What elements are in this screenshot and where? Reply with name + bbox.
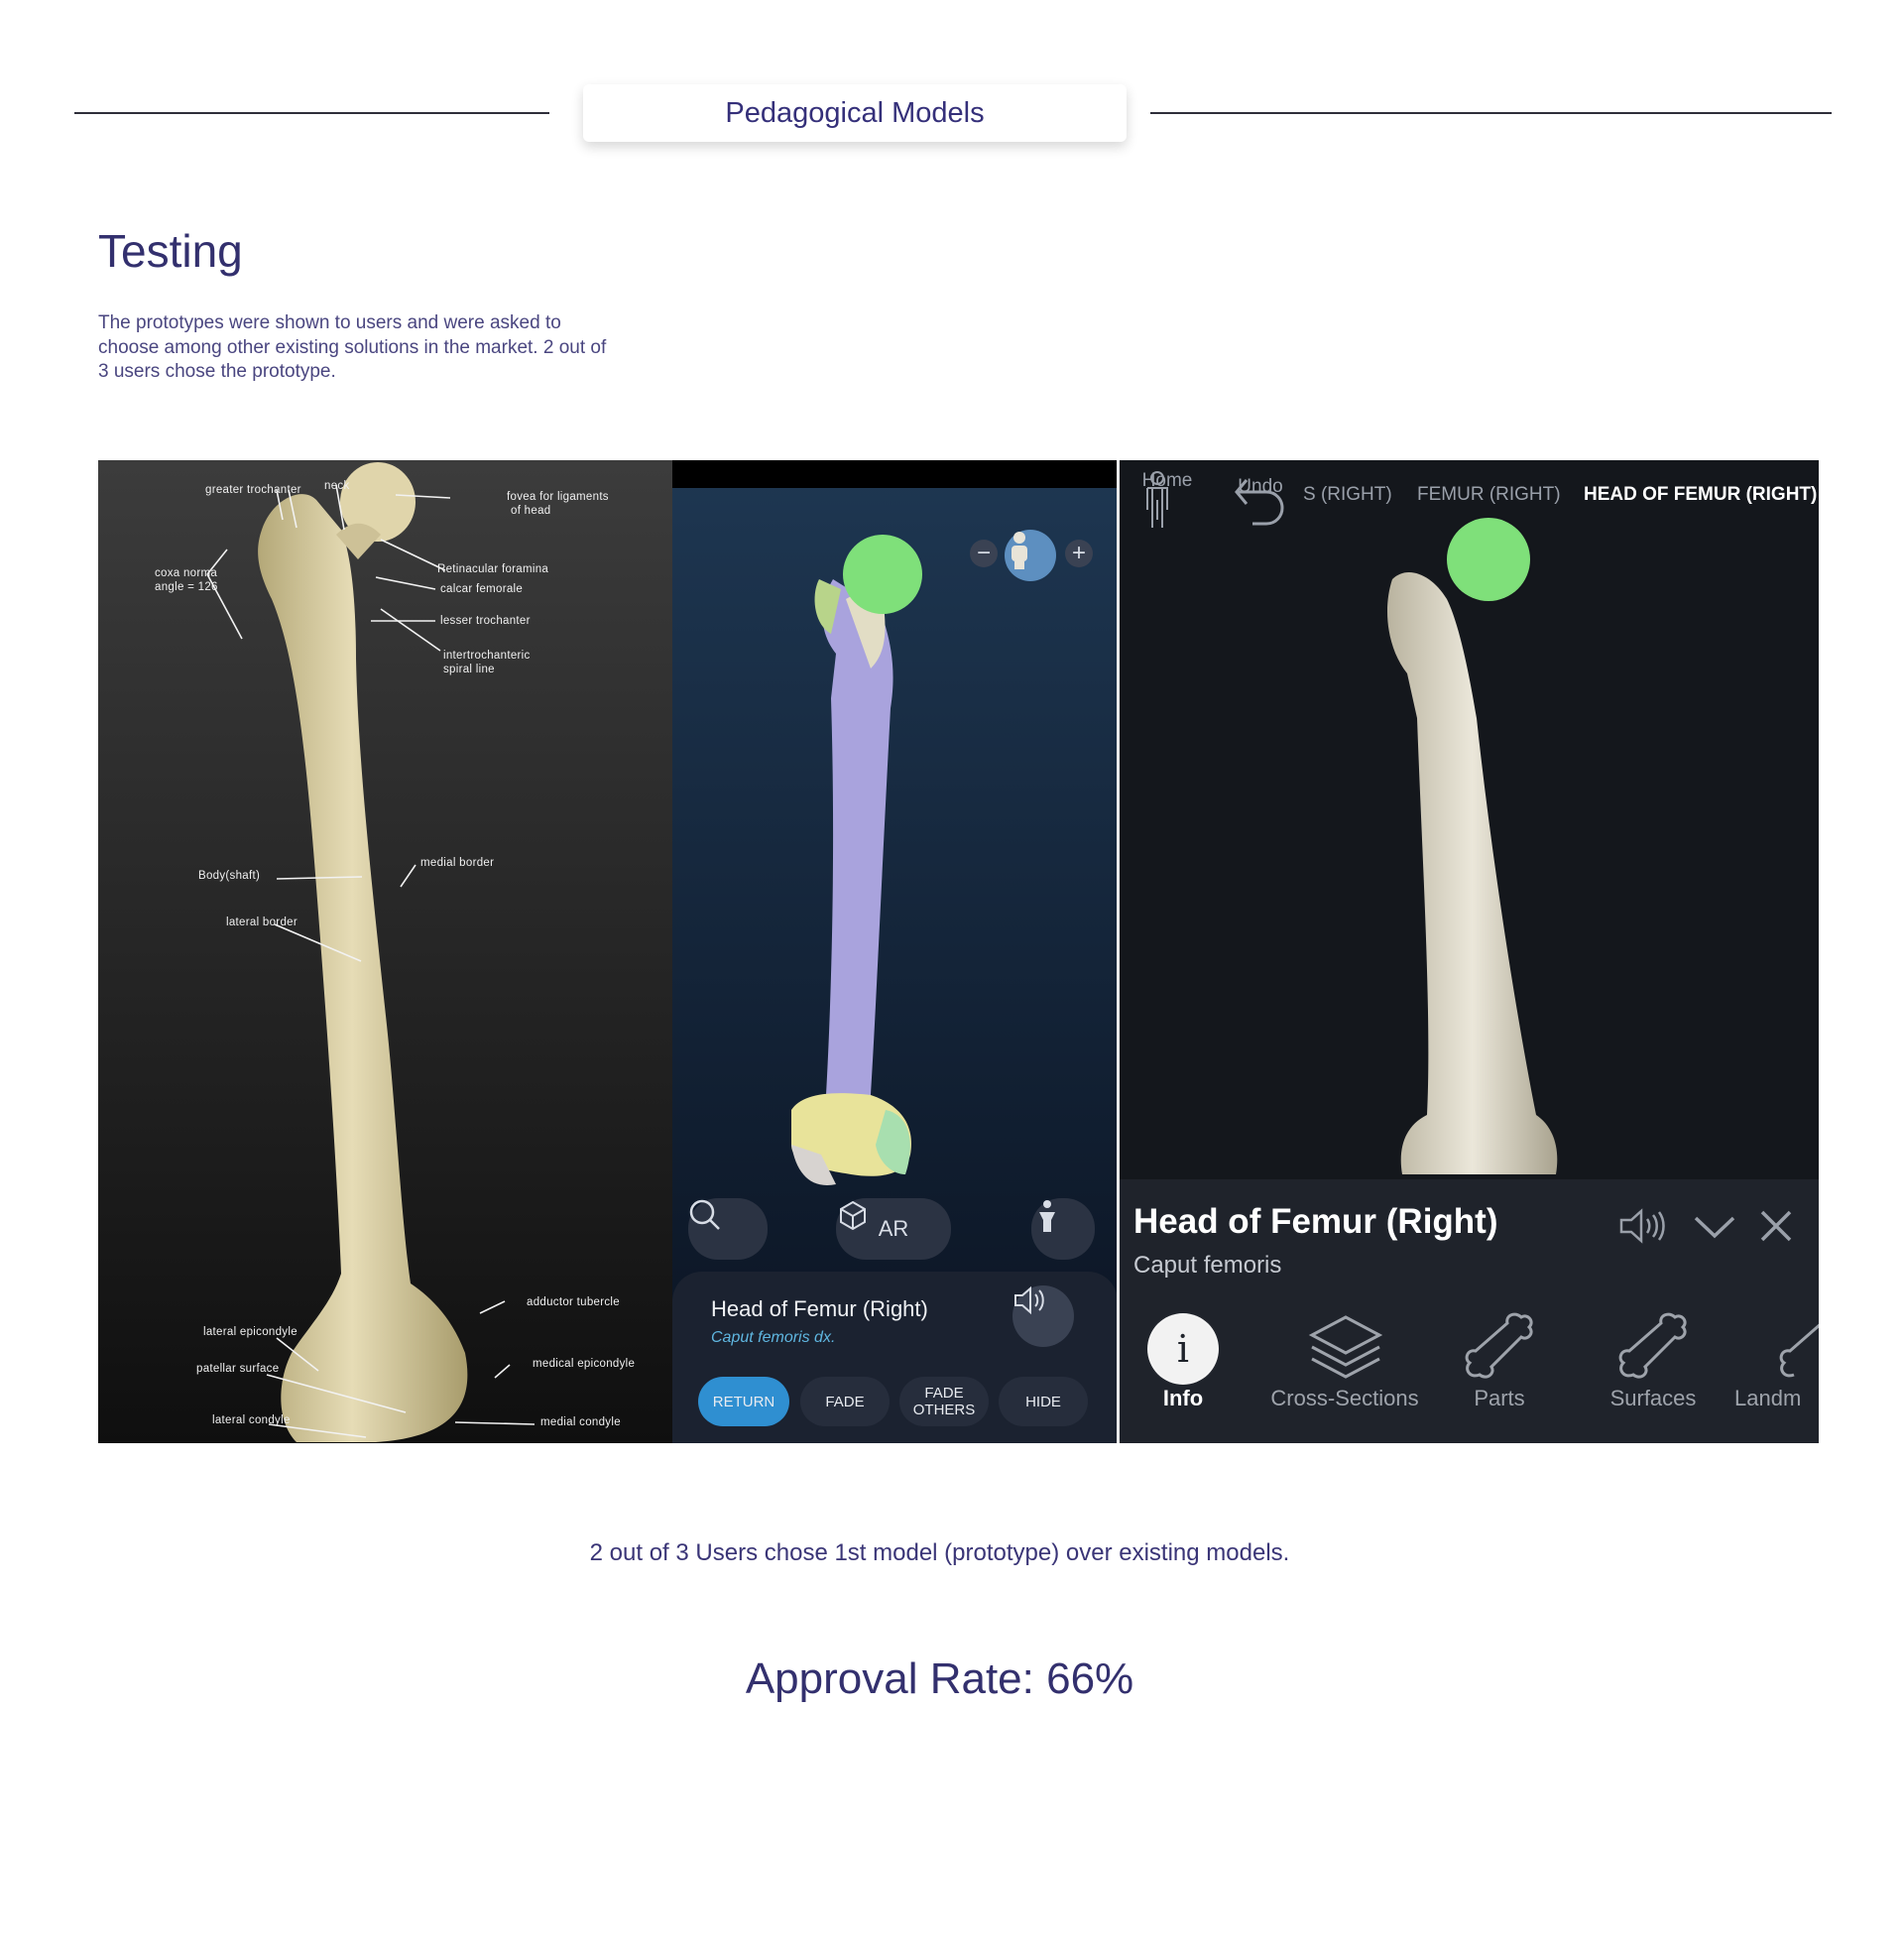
zoom-out-button[interactable]: − (970, 540, 998, 567)
speaker-icon (1014, 1285, 1044, 1315)
breadcrumb-2[interactable]: FEMUR (RIGHT) (1417, 484, 1561, 506)
label-fovea-line2: of head (511, 505, 551, 517)
label-intertrochanteric: intertrochanteric (443, 650, 531, 662)
zoom-in-button[interactable]: + (1065, 540, 1093, 567)
person-icon (1039, 1200, 1055, 1232)
label-lateral-epicondyle: lateral epicondyle (203, 1326, 298, 1338)
ar-label: AR (878, 1216, 909, 1241)
ar-button[interactable]: AR (836, 1198, 951, 1260)
speaker-icon[interactable] (1617, 1206, 1669, 1246)
prototype-panel: greater trochanter neck fovea for ligame… (98, 460, 672, 1443)
label-medial-epicondyle: medical epicondyle (533, 1358, 636, 1370)
undo-button[interactable]: Undo (1231, 472, 1290, 526)
bone-landmark-icon (1779, 1323, 1819, 1378)
fade-others-label-2: OTHERS (912, 1402, 976, 1418)
existing-app-panel-2: Home Undo S (RIGHT) FEMUR (RIGHT) HEAD O… (1120, 460, 1819, 1443)
return-button[interactable]: RETURN (698, 1377, 789, 1426)
breadcrumb-current: HEAD OF FEMUR (RIGHT) (1584, 484, 1818, 505)
tab-info[interactable]: i (1145, 1313, 1221, 1385)
approval-rate: Approval Rate: 66% (745, 1654, 1134, 1703)
fade-others-button[interactable]: FADE OTHERS (899, 1377, 989, 1426)
label-neck: neck (324, 480, 350, 492)
accessibility-button[interactable] (1031, 1198, 1095, 1260)
divider-left (74, 112, 549, 114)
label-coxa: coxa norma (155, 567, 218, 579)
label-calcar: calcar femorale (440, 583, 524, 595)
fade-button[interactable]: FADE (800, 1377, 890, 1426)
label-retinacular: Retinacular foramina (437, 563, 549, 575)
bone-surface-icon (1618, 1312, 1687, 1379)
tab-parts[interactable]: Parts (1425, 1386, 1574, 1411)
label-adductor-tubercle: adductor tubercle (527, 1296, 620, 1308)
structure-title-large: Head of Femur (Right) (1133, 1202, 1498, 1241)
audio-button[interactable] (1012, 1285, 1074, 1347)
info-icon: i (1147, 1313, 1219, 1385)
label-lateral-border: lateral border (226, 916, 298, 928)
layers-icon (1308, 1315, 1383, 1379)
search-button[interactable] (688, 1198, 768, 1260)
body-home-icon (1146, 471, 1168, 528)
section-label: Pedagogical Models (583, 84, 1127, 142)
label-greater-trochanter: greater trochanter (205, 484, 301, 496)
bone-icon (1465, 1312, 1533, 1379)
result-caption: 2 out of 3 Users chose 1st model (protot… (589, 1539, 1290, 1566)
undo-icon (1235, 479, 1284, 526)
chevron-down-icon[interactable] (1692, 1206, 1737, 1246)
tab-cross-sections[interactable]: Cross-Sections (1270, 1386, 1419, 1411)
hide-button[interactable]: HIDE (999, 1377, 1088, 1426)
label-medial-border: medial border (420, 857, 495, 869)
comparison-image: greater trochanter neck fovea for ligame… (98, 460, 1819, 1443)
label-lesser-trochanter: lesser trochanter (440, 615, 531, 627)
app2-femur-model (1387, 518, 1558, 1174)
label-body-shaft: Body(shaft) (198, 870, 261, 882)
section-description: The prototypes were shown to users and w… (98, 312, 607, 382)
close-icon[interactable] (1756, 1206, 1796, 1246)
skeleton-icon (1012, 532, 1027, 569)
body-view-button[interactable] (1005, 530, 1056, 581)
label-intertrochanteric-line2: spiral line (443, 664, 495, 675)
label-patellar-surface: patellar surface (196, 1363, 280, 1375)
search-icon (689, 1199, 720, 1230)
fade-others-label-1: FADE (924, 1385, 964, 1402)
label-fovea: fovea for ligaments (507, 491, 609, 503)
tab-surfaces[interactable]: Surfaces (1579, 1386, 1727, 1411)
tab-landmarks[interactable]: Landm (1725, 1386, 1819, 1411)
structure-latin-name: Caput femoris dx. (711, 1329, 836, 1346)
structure-title: Head of Femur (Right) (711, 1296, 928, 1321)
existing-app-panel-1: − + AR Head of Femur (Right) Caput femor… (672, 460, 1118, 1443)
tab-info-label: Info (1162, 1386, 1204, 1410)
ar-cube-icon (840, 1200, 866, 1231)
home-button[interactable]: Home (1137, 470, 1197, 528)
structure-subtitle: Caput femoris (1133, 1252, 1282, 1279)
section-title: Testing (98, 225, 243, 277)
label-lateral-condyle: lateral condyle (212, 1414, 291, 1426)
label-coxa-line2: angle = 126 (155, 581, 218, 593)
divider-right (1150, 112, 1832, 114)
breadcrumb-1[interactable]: S (RIGHT) (1303, 484, 1392, 506)
label-medial-condyle: medial condyle (540, 1416, 621, 1428)
